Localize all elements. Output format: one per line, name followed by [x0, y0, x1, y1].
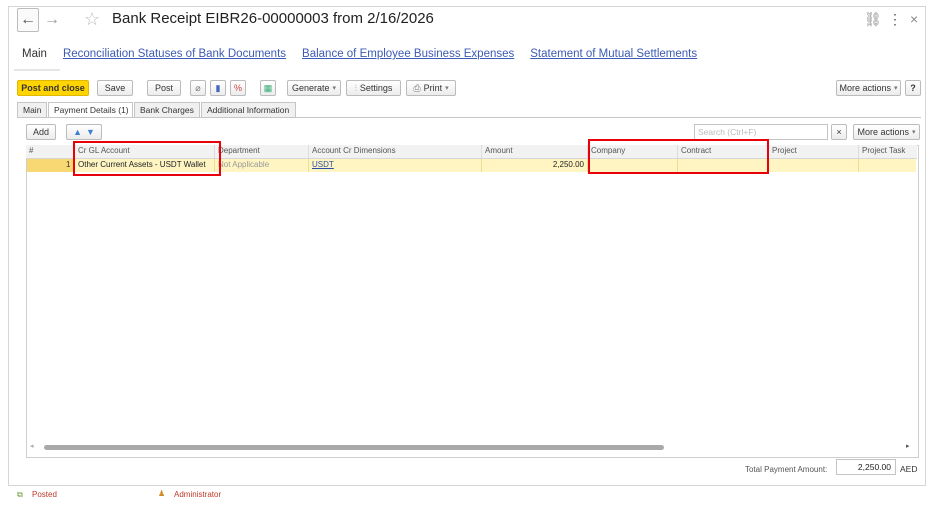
tab-payment-details[interactable]: Payment Details (1) — [48, 102, 133, 118]
total-payment-field[interactable]: 2,250.00 — [836, 459, 896, 475]
section-main[interactable]: Main — [22, 48, 47, 60]
link-employee-business-expenses[interactable]: Balance of Employee Business Expenses — [302, 48, 514, 60]
print-label: Print — [423, 83, 443, 93]
chevron-down-icon: ▾ — [332, 85, 337, 92]
grid-more-actions-label: More actions — [857, 127, 910, 137]
arrow-left-icon: ← — [20, 11, 36, 28]
paperclip-icon: ⌀ — [195, 82, 201, 93]
section-underline — [14, 69, 60, 71]
highlight-cr-gl-account — [73, 141, 221, 176]
chevron-down-icon: ▾ — [445, 85, 449, 92]
report-icon: ▦ — [263, 82, 273, 93]
move-buttons: ▲ ▼ — [66, 124, 102, 140]
section-links: Main Reconciliation Statuses of Bank Doc… — [22, 48, 713, 60]
tab-additional-information[interactable]: Additional Information — [201, 102, 296, 118]
arrow-up-icon[interactable]: ▲ — [73, 127, 82, 137]
chevron-down-icon: ▾ — [894, 85, 898, 92]
search-input[interactable]: Search (Ctrl+F) — [694, 124, 828, 140]
link-icon[interactable]: ⛓ — [864, 11, 882, 28]
chevron-down-icon: ▾ — [912, 129, 916, 136]
cell-separator — [308, 159, 309, 172]
settings-button[interactable]: ⫶ Settings — [346, 80, 401, 96]
attach-button[interactable]: ⌀ — [190, 80, 206, 96]
post-button[interactable]: Post — [147, 80, 181, 96]
forward-button[interactable]: → — [41, 8, 63, 32]
close-icon[interactable]: × — [910, 11, 918, 27]
cell-row-number: 1 — [66, 160, 71, 169]
page-title: Bank Receipt EIBR26-00000003 from 2/16/2… — [112, 10, 434, 27]
back-button[interactable]: ← — [17, 8, 39, 32]
col-header-project[interactable]: Project — [772, 146, 797, 155]
arrow-right-icon: → — [44, 11, 60, 28]
dr-cr-button[interactable]: % — [230, 80, 246, 96]
tab-main[interactable]: Main — [17, 102, 47, 118]
col-header-department[interactable]: Department — [218, 146, 260, 155]
help-button[interactable]: ? — [905, 80, 921, 96]
cell-amount[interactable]: 2,250.00 — [540, 160, 584, 169]
col-header-project-task[interactable]: Project Task — [862, 146, 905, 155]
report-button[interactable]: ▦ — [260, 80, 276, 96]
arrow-down-icon[interactable]: ▼ — [86, 127, 95, 137]
favorite-star-icon[interactable]: ☆ — [84, 9, 100, 30]
user-icon: ♟ — [158, 489, 166, 498]
generate-button[interactable]: Generate ▾ — [287, 80, 341, 96]
link-mutual-settlements[interactable]: Statement of Mutual Settlements — [530, 48, 697, 60]
cell-separator — [481, 159, 482, 172]
printer-icon: ⎙ — [413, 82, 421, 93]
col-separator — [858, 145, 859, 158]
col-header-account-cr-dimensions[interactable]: Account Cr Dimensions — [312, 146, 396, 155]
cell-department[interactable]: Not Applicable — [218, 160, 269, 169]
ledger-icon: ▮ — [215, 82, 221, 93]
print-button[interactable]: ⎙ Print ▾ — [406, 80, 456, 96]
tab-divider — [17, 117, 921, 118]
grid-more-actions-button[interactable]: More actions ▾ — [853, 124, 920, 140]
more-actions-button[interactable]: More actions ▾ — [836, 80, 901, 96]
col-header-number[interactable]: # — [29, 146, 33, 155]
cell-separator — [858, 159, 859, 172]
generate-label: Generate — [291, 83, 330, 93]
scroll-right-icon[interactable]: ▸ — [906, 442, 910, 450]
col-separator — [481, 145, 482, 158]
payment-details-table — [26, 145, 919, 458]
cell-account-cr-dimensions[interactable]: USDT — [312, 160, 334, 169]
tab-bank-charges[interactable]: Bank Charges — [134, 102, 200, 118]
status-user[interactable]: Administrator — [174, 490, 221, 499]
add-row-button[interactable]: Add — [26, 124, 56, 140]
journal-button[interactable]: ▮ — [210, 80, 226, 96]
dr-cr-icon: % — [233, 83, 242, 93]
more-actions-label: More actions — [839, 83, 892, 93]
search-clear-button[interactable]: × — [831, 124, 847, 140]
settings-icon: ⫶ — [354, 82, 357, 93]
col-separator — [308, 145, 309, 158]
currency-label: AED — [900, 464, 918, 474]
more-menu-icon[interactable]: ⋮ — [888, 11, 902, 28]
link-reconciliation-statuses[interactable]: Reconciliation Statuses of Bank Document… — [63, 48, 286, 60]
settings-label: Settings — [359, 83, 393, 93]
post-and-close-button[interactable]: Post and close — [17, 80, 89, 96]
total-payment-label: Total Payment Amount: — [745, 465, 828, 474]
status-posted: Posted — [32, 490, 57, 499]
highlight-company-contract — [588, 139, 769, 174]
scroll-left-icon[interactable]: ◂ — [30, 442, 34, 450]
horizontal-scrollbar[interactable] — [44, 445, 664, 450]
save-button[interactable]: Save — [97, 80, 133, 96]
posted-icon: ⧉ — [17, 490, 23, 499]
col-header-amount[interactable]: Amount — [485, 146, 513, 155]
